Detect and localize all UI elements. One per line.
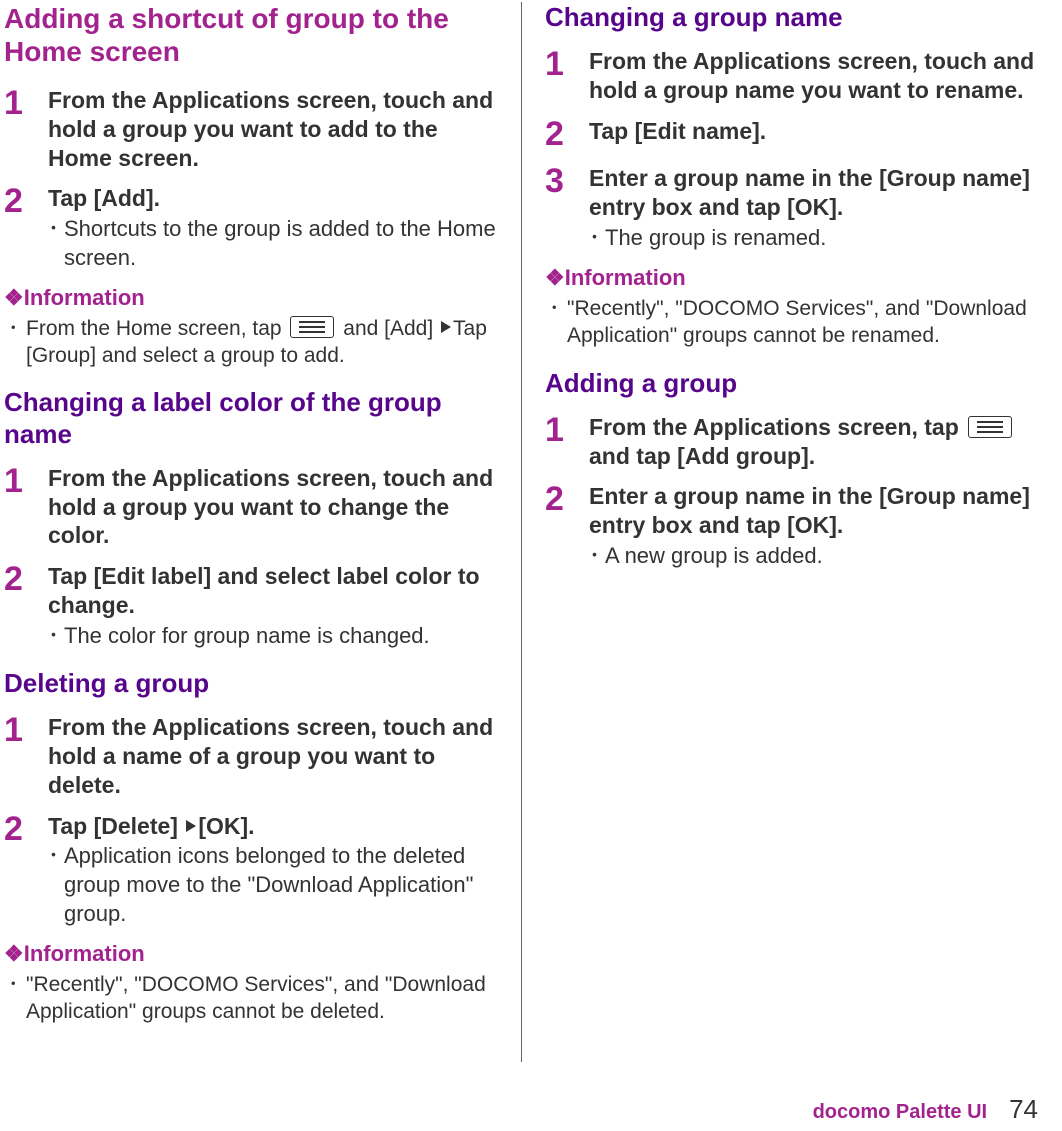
step-number: 1 bbox=[4, 713, 32, 749]
step-number: 1 bbox=[4, 86, 32, 122]
heading-deleting-group: Deleting a group bbox=[4, 668, 497, 699]
step-title: Enter a group name in the [Group name] e… bbox=[589, 164, 1038, 222]
information-label: ❖Information bbox=[4, 284, 497, 313]
step-title: Tap [Edit name]. bbox=[589, 117, 1038, 146]
step-bullet: Shortcuts to the group is added to the H… bbox=[48, 215, 497, 272]
step-title: From the Applications screen, touch and … bbox=[48, 86, 497, 172]
heading-change-label-color: Changing a label color of the group name bbox=[4, 387, 497, 449]
step-number: 2 bbox=[4, 562, 32, 598]
step-item: 2 Tap [Edit label] and select label colo… bbox=[4, 562, 497, 650]
step-bullet: Application icons belonged to the delete… bbox=[48, 842, 497, 928]
step-number: 1 bbox=[545, 413, 573, 449]
information-label: ❖Information bbox=[545, 264, 1038, 293]
step-number: 2 bbox=[4, 812, 32, 848]
step-number: 1 bbox=[4, 464, 32, 500]
information-item: From the Home screen, tap and [Add] Tap … bbox=[4, 315, 497, 370]
step-item: 1 From the Applications screen, touch an… bbox=[4, 464, 497, 550]
menu-icon bbox=[968, 416, 1012, 438]
step-item: 1 From the Applications screen, touch an… bbox=[545, 47, 1038, 105]
step-number: 2 bbox=[545, 482, 573, 518]
step-title: From the Applications screen, tap and ta… bbox=[589, 413, 1038, 471]
step-item: 3 Enter a group name in the [Group name]… bbox=[545, 164, 1038, 252]
step-bullet: A new group is added. bbox=[589, 542, 1038, 571]
step-item: 2 Tap [Add]. Shortcuts to the group is a… bbox=[4, 184, 497, 272]
step-title: Enter a group name in the [Group name] e… bbox=[589, 482, 1038, 540]
step-bullet: The color for group name is changed. bbox=[48, 622, 497, 651]
step-number: 2 bbox=[545, 117, 573, 153]
step-item: 1 From the Applications screen, tap and … bbox=[545, 413, 1038, 471]
information-label: ❖Information bbox=[4, 940, 497, 969]
heading-adding-group: Adding a group bbox=[545, 368, 1038, 399]
step-title: Tap [Delete] [OK]. bbox=[48, 812, 497, 841]
step-title: From the Applications screen, touch and … bbox=[48, 713, 497, 799]
information-item: "Recently", "DOCOMO Services", and "Down… bbox=[4, 971, 497, 1026]
arrow-right-icon bbox=[186, 820, 196, 832]
footer-brand: docomo Palette UI bbox=[813, 1099, 987, 1125]
step-number: 1 bbox=[545, 47, 573, 83]
step-item: 2 Tap [Delete] [OK]. Application icons b… bbox=[4, 812, 497, 929]
step-item: 1 From the Applications screen, touch an… bbox=[4, 86, 497, 172]
information-item: "Recently", "DOCOMO Services", and "Down… bbox=[545, 295, 1038, 350]
step-title: From the Applications screen, touch and … bbox=[589, 47, 1038, 105]
arrow-right-icon bbox=[441, 321, 451, 333]
step-bullet: The group is renamed. bbox=[589, 224, 1038, 253]
step-title: Tap [Add]. bbox=[48, 184, 497, 213]
step-title: From the Applications screen, touch and … bbox=[48, 464, 497, 550]
heading-add-shortcut: Adding a shortcut of group to the Home s… bbox=[4, 2, 497, 68]
menu-icon bbox=[290, 316, 334, 338]
step-item: 2 Tap [Edit name]. bbox=[545, 117, 1038, 153]
step-item: 1 From the Applications screen, touch an… bbox=[4, 713, 497, 799]
page-number: 74 bbox=[1009, 1093, 1038, 1127]
step-number: 2 bbox=[4, 184, 32, 220]
step-item: 2 Enter a group name in the [Group name]… bbox=[545, 482, 1038, 570]
step-title: Tap [Edit label] and select label color … bbox=[48, 562, 497, 620]
page-footer: docomo Palette UI 74 bbox=[813, 1093, 1038, 1127]
heading-changing-group-name: Changing a group name bbox=[545, 2, 1038, 33]
step-number: 3 bbox=[545, 164, 573, 200]
